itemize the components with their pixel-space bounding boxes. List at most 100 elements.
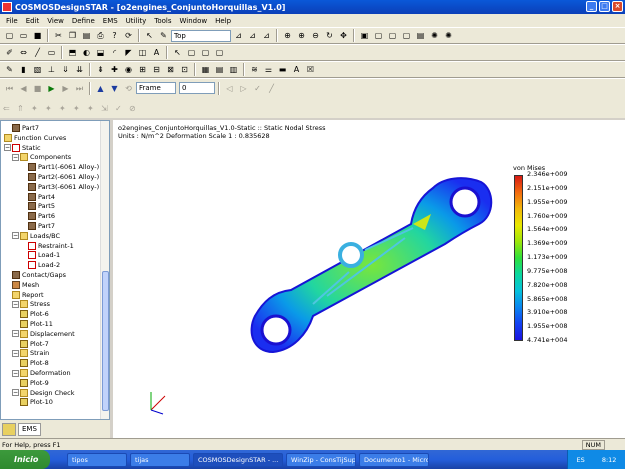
arrow-up-icon[interactable]: ⇑ [17,104,30,113]
material-icon[interactable]: ▧ [31,63,44,76]
minimize-button[interactable]: _ [586,1,597,12]
select-icon[interactable]: ↖ [143,29,156,42]
open-icon[interactable]: ▭ [17,29,30,42]
tree-item[interactable]: Part6 [28,211,55,221]
line-icon[interactable]: ╱ [31,46,44,59]
shape3-icon[interactable]: ✦ [73,104,86,113]
load-icon[interactable]: ⇟ [94,63,107,76]
new-icon[interactable]: ▢ [3,29,16,42]
shell-icon[interactable]: ◫ [136,46,149,59]
iso-icon[interactable]: ⚌ [262,63,275,76]
tree-item[interactable]: Function Curves [4,133,66,143]
force-icon[interactable]: ⇓ [59,63,72,76]
revolve-icon[interactable]: ◐ [80,46,93,59]
centrifugal-icon[interactable]: ◉ [122,63,135,76]
menu-file[interactable]: File [2,17,22,25]
view-orientation-select[interactable]: Top [171,29,231,42]
run-icon[interactable]: ⊡ [178,63,191,76]
cut-extrude-icon[interactable]: ⬓ [94,46,107,59]
text-annot-icon[interactable]: A [290,63,303,76]
gravity-icon[interactable]: ✚ [108,63,121,76]
save-icon[interactable]: ■ [31,29,44,42]
tree-item[interactable]: Load-2 [28,260,60,270]
menu-window[interactable]: Window [176,17,212,25]
feature-tree[interactable]: Part7 Function Curves − Static − Components Pa… [0,120,110,420]
menu-utility[interactable]: Utility [122,17,151,25]
tree-scrollbar[interactable] [100,121,109,419]
lightbulb-icon[interactable]: ✺ [428,29,441,42]
hidden-lines-icon[interactable]: ▢ [386,29,399,42]
nudge-left-icon[interactable]: ◁ [223,82,236,95]
tree-item[interactable]: − Design Check [12,388,75,398]
tab-feature-manager[interactable] [2,422,16,436]
stop-icon[interactable]: ■ [31,82,44,95]
connector-icon[interactable]: ⊞ [136,63,149,76]
zoom-area-icon[interactable]: ⊕ [295,29,308,42]
tree-item[interactable]: Plot-9 [20,378,49,388]
frame-select[interactable]: Frame [136,82,176,94]
loop-icon[interactable]: ⟲ [122,82,135,95]
collapse-icon[interactable]: − [12,300,19,308]
collapse-icon[interactable]: − [12,330,19,338]
taskbar-button[interactable]: tipos [67,452,127,467]
menu-define[interactable]: Define [68,17,99,25]
next-frame-icon[interactable]: ▶ [59,82,72,95]
maximize-button[interactable]: □ [599,1,610,12]
tree-item[interactable]: Part3(-6061 Alloy-) [28,182,99,192]
tree-item[interactable]: Plot-10 [20,397,53,407]
tree-item[interactable]: − Loads/BC [12,231,60,241]
shape7-icon[interactable]: ⊘ [129,104,142,113]
stress-model[interactable] [113,120,625,438]
tree-item[interactable]: − Displacement [12,329,75,339]
shape4-icon[interactable]: ✦ [87,104,100,113]
restraint-icon[interactable]: ⊥ [45,63,58,76]
shape2-icon[interactable]: ✦ [59,104,72,113]
chamfer-icon[interactable]: ◤ [122,46,135,59]
menu-help[interactable]: Help [211,17,235,25]
pan-icon[interactable]: ✥ [337,29,350,42]
sketch-icon[interactable]: ✐ [3,46,16,59]
redraw-icon[interactable]: ✎ [157,29,170,42]
shape6-icon[interactable]: ✓ [115,104,128,113]
tree-item[interactable]: Plot-8 [20,358,49,368]
tree-item[interactable]: Part1(-6061 Alloy-) [28,162,99,172]
cut-icon[interactable]: ✂ [52,29,65,42]
taskbar-button[interactable]: tijas [130,452,190,467]
tab-ems[interactable]: EMS [18,422,41,436]
view-tool-icon[interactable]: ⊿ [232,29,245,42]
rect-icon[interactable]: ▭ [45,46,58,59]
tree-item[interactable]: − Stress [12,299,50,309]
collapse-icon[interactable]: − [4,144,11,152]
section-icon[interactable]: ▤ [414,29,427,42]
collapse-icon[interactable]: − [12,153,19,161]
language-indicator[interactable]: ES [577,456,585,464]
tree-item[interactable]: − Components [12,152,71,162]
box2-icon[interactable]: ▢ [199,46,212,59]
wireframe-icon[interactable]: ▢ [372,29,385,42]
copy-icon[interactable]: ❐ [66,29,79,42]
rebuild-icon[interactable]: ⟳ [122,29,135,42]
first-frame-icon[interactable]: ⏮ [3,82,16,95]
mesh-icon[interactable]: ⊠ [164,63,177,76]
pointer-icon[interactable]: ↖ [171,46,184,59]
box-icon[interactable]: ▢ [185,46,198,59]
tree-item[interactable]: − Deformation [12,368,71,378]
pin-icon[interactable]: ✦ [31,104,44,113]
probe-icon[interactable]: ✎ [3,63,16,76]
taskbar-button[interactable]: WinZip - ConsTijSupH... [286,452,356,467]
contact-icon[interactable]: ⊟ [150,63,163,76]
zoom-in-out-icon[interactable]: ⊖ [309,29,322,42]
view-tool2-icon[interactable]: ⊿ [246,29,259,42]
tree-item[interactable]: Plot-7 [20,339,49,349]
print-icon[interactable]: ⎙ [94,29,107,42]
rotate-icon[interactable]: ↻ [323,29,336,42]
shape1-icon[interactable]: ✦ [45,104,58,113]
edges-icon[interactable]: ▢ [400,29,413,42]
tree-scroll-thumb[interactable] [102,271,109,411]
prev-frame-icon[interactable]: ◀ [17,82,30,95]
tree-item[interactable]: Mesh [12,280,39,290]
collapse-icon[interactable]: − [12,369,19,377]
shape5-icon[interactable]: ⇲ [101,104,114,113]
down-icon[interactable]: ▼ [108,82,121,95]
up-icon[interactable]: ▲ [94,82,107,95]
